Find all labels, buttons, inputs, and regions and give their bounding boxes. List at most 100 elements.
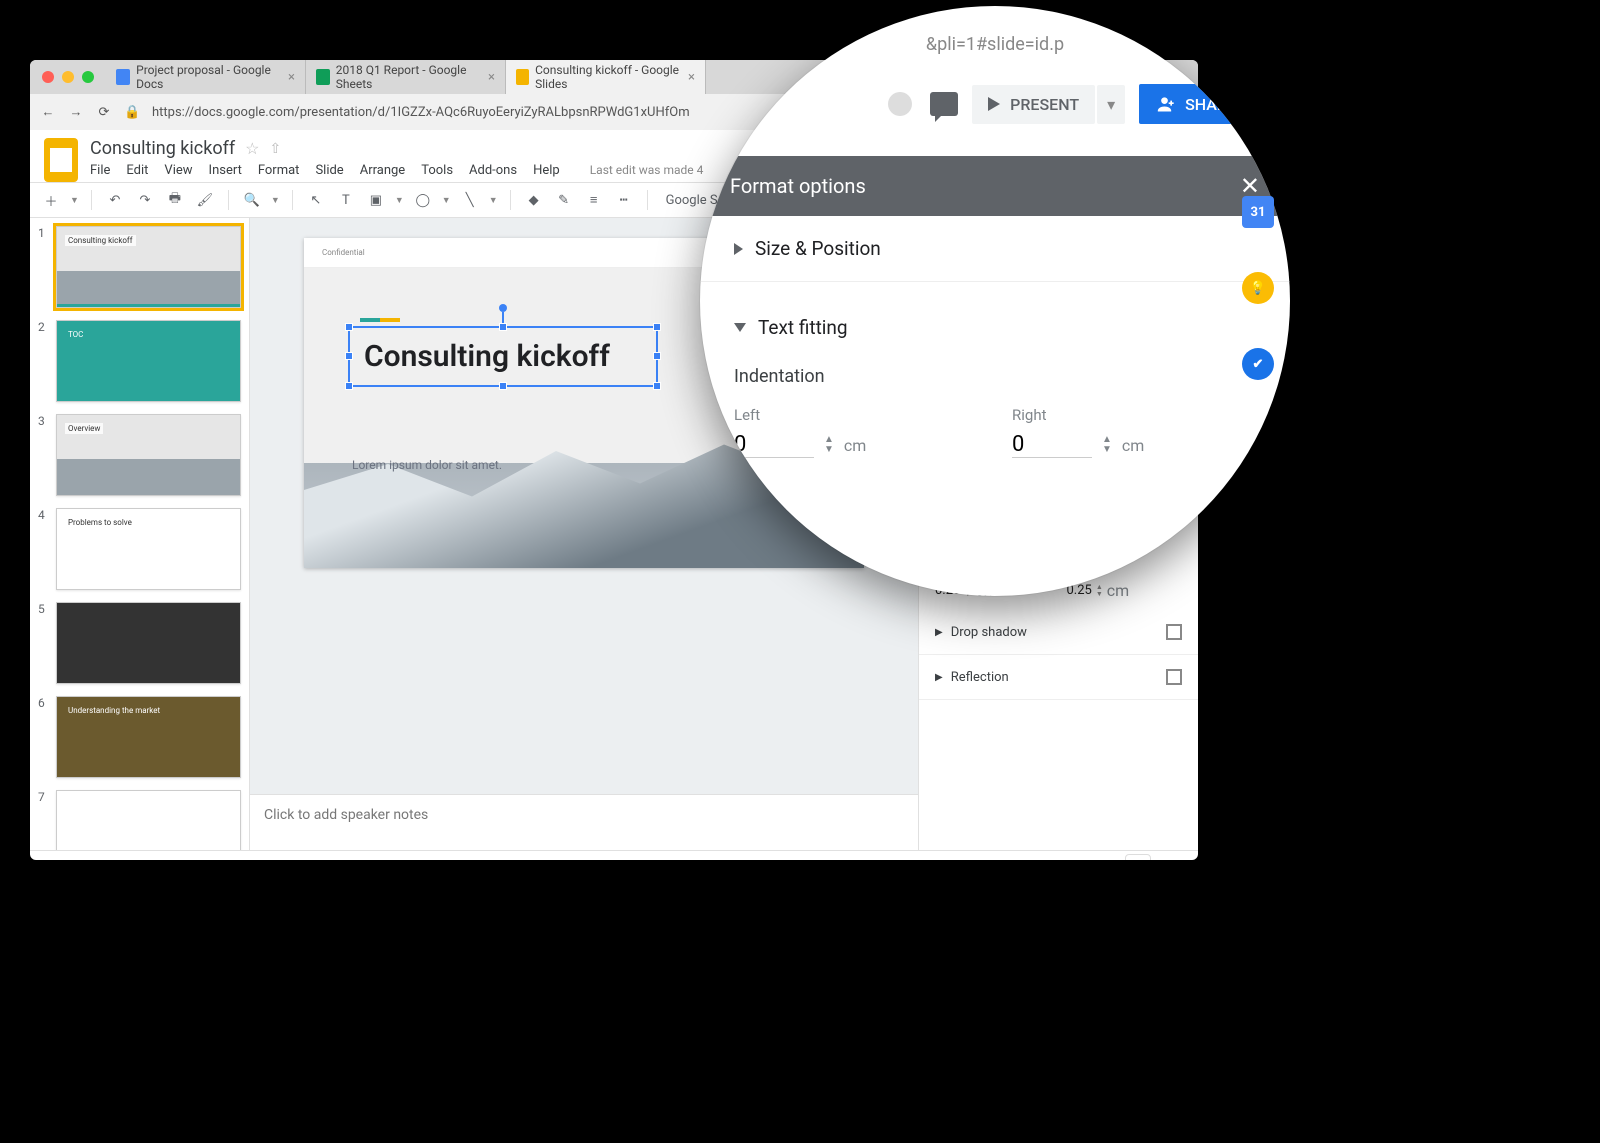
border-weight-icon[interactable]: ≡ xyxy=(583,189,605,211)
grid-view-icon[interactable]: ▦ xyxy=(90,857,105,860)
stepper-icon[interactable]: ▲▼ xyxy=(824,435,834,455)
maximize-window-icon[interactable] xyxy=(82,71,94,83)
border-dash-icon[interactable]: ┅ xyxy=(613,189,635,211)
textbox-tool-icon[interactable]: T xyxy=(335,189,357,211)
present-button[interactable]: PRESENT xyxy=(972,85,1095,124)
menu-arrange[interactable]: Arrange xyxy=(360,163,405,178)
filmstrip-view-icon[interactable]: ▮▮ xyxy=(44,857,62,860)
select-tool-icon[interactable]: ↖ xyxy=(305,189,327,211)
slide-thumbnail[interactable]: 2 TOC xyxy=(38,320,241,402)
slides-logo-icon[interactable] xyxy=(44,138,78,182)
undo-icon[interactable]: ↶ xyxy=(104,189,126,211)
reflection-section[interactable]: ▶Reflection xyxy=(919,655,1198,700)
border-color-icon[interactable]: ✎ xyxy=(553,189,575,211)
star-icon[interactable]: ☆ xyxy=(245,139,259,158)
document-title[interactable]: Consulting kickoff xyxy=(90,138,235,159)
indent-left-input[interactable] xyxy=(734,432,814,458)
rotate-handle[interactable] xyxy=(499,304,507,312)
sheets-icon xyxy=(316,69,330,85)
menu-insert[interactable]: Insert xyxy=(209,163,242,178)
slide-thumbnail[interactable]: 3 Overview xyxy=(38,414,241,496)
slides-icon xyxy=(516,69,529,85)
menu-file[interactable]: File xyxy=(90,163,110,178)
slide-thumbnail[interactable]: 6 Understanding the market xyxy=(38,696,241,778)
new-slide-icon[interactable]: ＋ xyxy=(40,189,62,211)
menu-addons[interactable]: Add-ons xyxy=(469,163,517,178)
chevron-right-icon[interactable]: › xyxy=(1179,856,1184,860)
slide-subtitle-text[interactable]: Lorem ipsum dolor sit amet. xyxy=(352,458,502,472)
keep-icon[interactable]: 💡 xyxy=(1242,272,1274,304)
tasks-icon[interactable]: ✔ xyxy=(1242,348,1274,380)
resize-handle[interactable] xyxy=(653,382,661,390)
slide-thumbnail[interactable]: 5 xyxy=(38,602,241,684)
tab-q1-report[interactable]: 2018 Q1 Report - Google Sheets × xyxy=(306,60,506,94)
shape-tool-icon[interactable]: ◯ xyxy=(412,189,434,211)
minimize-window-icon[interactable] xyxy=(62,71,74,83)
move-icon[interactable]: ⇧ xyxy=(269,141,281,157)
close-tab-icon[interactable]: × xyxy=(488,70,495,85)
window-controls[interactable] xyxy=(30,71,106,83)
resize-handle[interactable] xyxy=(653,352,661,360)
stepper-icon[interactable]: ▲▼ xyxy=(1102,435,1112,455)
play-icon xyxy=(988,97,1000,111)
checkbox[interactable] xyxy=(1166,669,1182,685)
resize-handle[interactable] xyxy=(345,323,353,331)
menu-format[interactable]: Format xyxy=(258,163,300,178)
indent-right-input[interactable] xyxy=(1012,432,1092,458)
checkbox[interactable] xyxy=(1166,624,1182,640)
app-footer: ▮▮ ▦ ✦ › xyxy=(30,850,1198,860)
tab-project-proposal[interactable]: Project proposal - Google Docs × xyxy=(106,60,306,94)
chevron-down-icon[interactable]: ▼ xyxy=(70,195,79,206)
tab-consulting-kickoff[interactable]: Consulting kickoff - Google Slides × xyxy=(506,60,706,94)
resize-handle[interactable] xyxy=(499,382,507,390)
menu-edit[interactable]: Edit xyxy=(126,163,148,178)
slide-thumbnail[interactable]: 7 xyxy=(38,790,241,850)
resize-handle[interactable] xyxy=(653,323,661,331)
zoom-icon[interactable]: 🔍 xyxy=(241,189,263,211)
tab-title: Consulting kickoff - Google Slides xyxy=(535,63,682,91)
slide-thumbnail[interactable]: 1 Consulting kickoff xyxy=(38,226,241,308)
menu-help[interactable]: Help xyxy=(533,163,560,178)
slide-filmstrip[interactable]: 1 Consulting kickoff 2 TOC 3 Overview 4 … xyxy=(30,218,250,850)
print-icon[interactable]: 🖶 xyxy=(164,189,186,211)
menu-view[interactable]: View xyxy=(164,163,192,178)
share-button[interactable]: SHARE xyxy=(1139,84,1254,124)
confidential-label: Confidential xyxy=(322,248,365,257)
back-icon[interactable]: ← xyxy=(40,104,56,120)
image-tool-icon[interactable]: ▣ xyxy=(365,189,387,211)
calendar-icon[interactable]: 31 xyxy=(1242,196,1274,228)
indentation-label: Indentation xyxy=(734,366,825,387)
slide-thumbnail[interactable]: 4 Problems to solve xyxy=(38,508,241,590)
last-edit-text: Last edit was made 4 xyxy=(590,163,704,178)
redo-icon[interactable]: ↷ xyxy=(134,189,156,211)
drop-shadow-section[interactable]: ▶Drop shadow xyxy=(919,610,1198,655)
menu-slide[interactable]: Slide xyxy=(315,163,343,178)
chevron-down-icon xyxy=(734,323,746,332)
close-tab-icon[interactable]: × xyxy=(288,70,295,85)
menu-tools[interactable]: Tools xyxy=(421,163,453,178)
tab-title: 2018 Q1 Report - Google Sheets xyxy=(336,63,482,91)
size-position-section[interactable]: Size & Position xyxy=(700,216,1290,282)
indent-left-label: Left xyxy=(734,406,972,424)
forward-icon[interactable]: → xyxy=(68,104,84,120)
resize-handle[interactable] xyxy=(345,382,353,390)
resize-handle[interactable] xyxy=(345,352,353,360)
side-panel-icons: 31 💡 ✔ xyxy=(1242,196,1274,380)
menubar: File Edit View Insert Format Slide Arran… xyxy=(90,163,703,178)
reload-icon[interactable]: ⟳ xyxy=(96,105,112,120)
chevron-down-icon[interactable]: ▼ xyxy=(271,195,280,206)
explore-button[interactable]: ✦ xyxy=(1125,854,1151,861)
comment-icon[interactable] xyxy=(930,92,958,116)
line-tool-icon[interactable]: ╲ xyxy=(459,189,481,211)
slide-title-text[interactable]: Consulting kickoff xyxy=(364,340,642,375)
speaker-notes[interactable]: Click to add speaker notes xyxy=(250,794,918,850)
present-dropdown[interactable]: ▾ xyxy=(1097,85,1125,124)
close-window-icon[interactable] xyxy=(42,71,54,83)
fill-color-icon[interactable]: ◆ xyxy=(523,189,545,211)
close-tab-icon[interactable]: × xyxy=(688,70,695,85)
collaborator-avatar[interactable] xyxy=(888,92,912,116)
resize-handle[interactable] xyxy=(499,323,507,331)
title-textbox[interactable]: Consulting kickoff xyxy=(348,326,658,387)
text-fitting-section[interactable]: Text fitting xyxy=(700,296,1290,359)
paint-format-icon[interactable]: 🖌 xyxy=(194,189,216,211)
